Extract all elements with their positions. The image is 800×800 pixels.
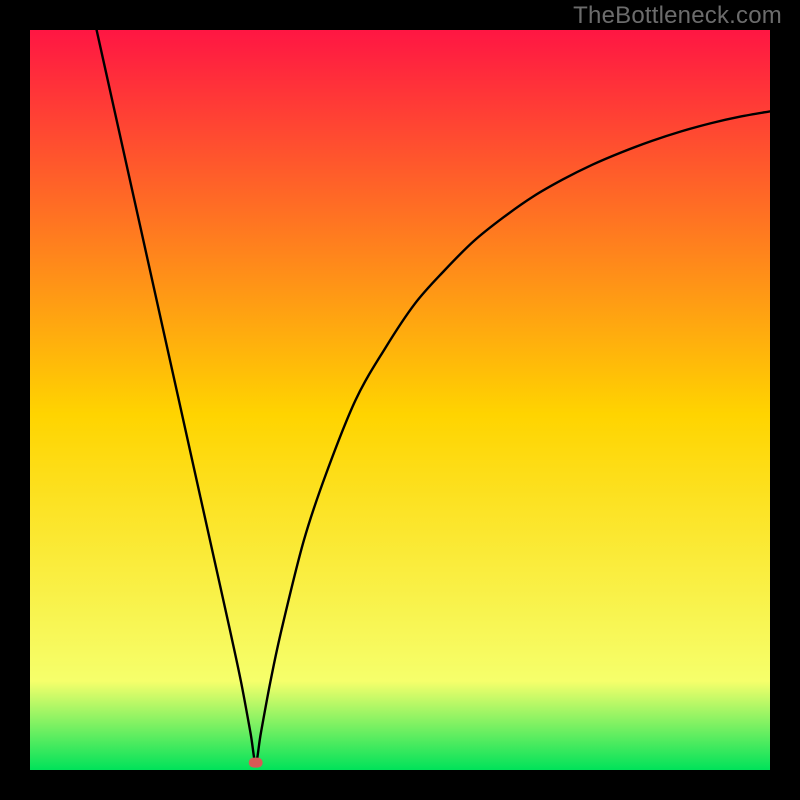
chart-background bbox=[30, 30, 770, 770]
chart-frame: TheBottleneck.com bbox=[0, 0, 800, 800]
chart-svg bbox=[30, 30, 770, 770]
optimal-point-marker bbox=[249, 758, 263, 768]
plot-area bbox=[30, 30, 770, 770]
watermark-text: TheBottleneck.com bbox=[573, 2, 782, 30]
